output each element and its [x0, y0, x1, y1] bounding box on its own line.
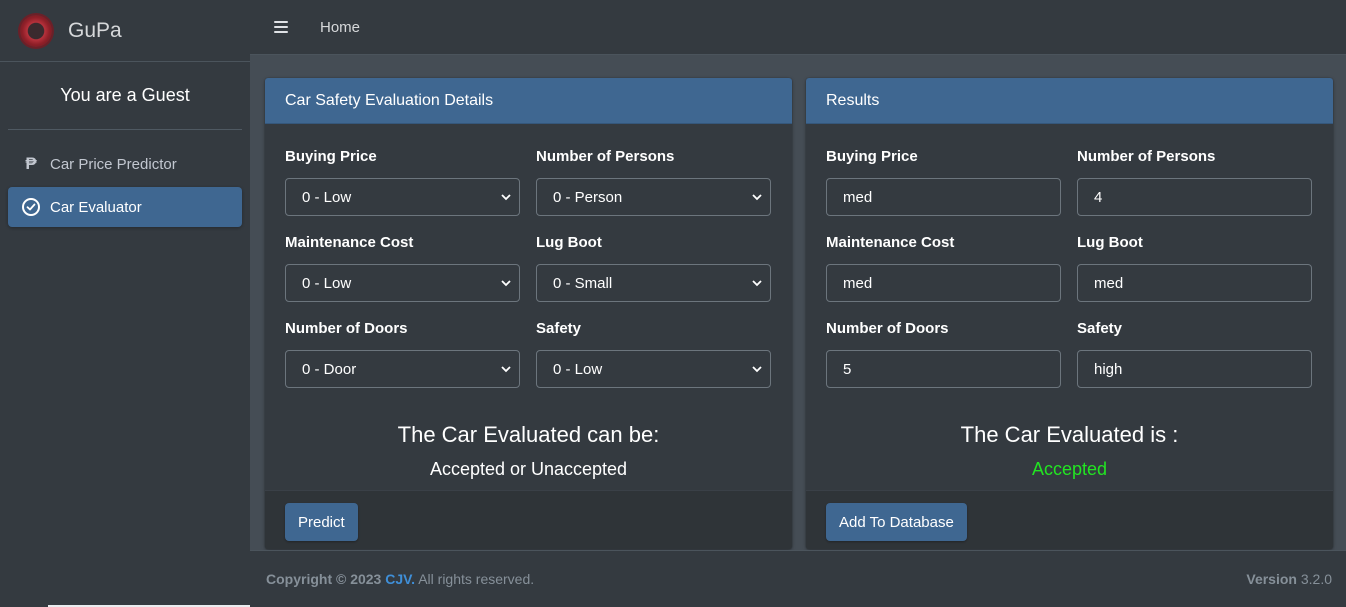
sidebar-item-label: Car Price Predictor — [50, 155, 177, 173]
brand-name: GuPa — [68, 18, 122, 42]
input-value: 5 — [843, 360, 852, 378]
chevron-down-icon — [752, 280, 762, 287]
chevron-down-icon — [501, 366, 511, 373]
sidebar-item-label: Car Evaluator — [50, 198, 142, 216]
version-number: 3.2.0 — [1300, 571, 1332, 587]
card-title: Car Safety Evaluation Details — [265, 78, 792, 124]
add-to-database-button[interactable]: Add To Database — [826, 503, 967, 541]
persons-select[interactable]: 0 - Person — [536, 178, 771, 216]
field-label: Buying Price — [285, 148, 377, 165]
lug-boot-input[interactable]: med — [1077, 264, 1312, 302]
results-card: Results Buying Price med Number of Perso… — [806, 78, 1333, 549]
doors-select[interactable]: 0 - Door — [285, 350, 520, 388]
select-value: 0 - Low — [302, 274, 352, 292]
sidebar-nav: ₱ Car Price Predictor Car Evaluator — [0, 130, 250, 227]
input-value: high — [1094, 360, 1123, 378]
field-label: Buying Price — [826, 148, 918, 165]
lug-boot-select[interactable]: 0 - Small — [536, 264, 771, 302]
maintenance-result-field: Maintenance Cost med — [826, 234, 1061, 302]
buying-price-input[interactable]: med — [826, 178, 1061, 216]
field-label: Number of Doors — [285, 320, 408, 337]
doors-input[interactable]: 5 — [826, 350, 1061, 388]
maintenance-select[interactable]: 0 - Low — [285, 264, 520, 302]
sidebar: GuPa You are a Guest ₱ Car Price Predict… — [0, 0, 250, 607]
input-value: med — [1094, 274, 1124, 292]
buying-price-result-field: Buying Price med — [826, 148, 1061, 216]
field-label: Maintenance Cost — [285, 234, 414, 251]
check-circle-icon — [20, 196, 42, 218]
version-label: Version — [1246, 571, 1297, 587]
select-value: 0 - Low — [553, 360, 603, 378]
doors-result-field: Number of Doors 5 — [826, 320, 1061, 388]
input-value: med — [843, 274, 873, 292]
page-footer: Copyright © 2023 CJV. All rights reserve… — [250, 550, 1346, 607]
top-navbar: Home — [250, 0, 1346, 55]
version-info: Version 3.2.0 — [1246, 571, 1332, 587]
sidebar-item-car-evaluator[interactable]: Car Evaluator — [8, 187, 242, 227]
field-label: Number of Persons — [1077, 148, 1216, 165]
select-value: 0 - Low — [302, 188, 352, 206]
field-label: Maintenance Cost — [826, 234, 955, 251]
result-status: Accepted — [1031, 459, 1108, 479]
field-label: Lug Boot — [536, 234, 602, 251]
evaluation-details-card: Car Safety Evaluation Details Buying Pri… — [265, 78, 792, 549]
persons-result-field: Number of Persons 4 — [1077, 148, 1312, 216]
field-label: Number of Persons — [536, 148, 675, 165]
select-value: 0 - Door — [302, 360, 357, 378]
input-value: 4 — [1094, 188, 1103, 206]
field-label: Safety — [536, 320, 582, 337]
card-body: Buying Price 0 - Low Number of Persons 0… — [265, 124, 792, 490]
predict-button[interactable]: Predict — [285, 503, 358, 541]
maintenance-input[interactable]: med — [826, 264, 1061, 302]
input-value: med — [843, 188, 873, 206]
chevron-down-icon — [752, 366, 762, 373]
card-title: Results — [806, 78, 1333, 124]
card-footer: Predict — [265, 490, 792, 549]
safety-input[interactable]: high — [1077, 350, 1312, 388]
safety-select[interactable]: 0 - Low — [536, 350, 771, 388]
card-body: Buying Price med Number of Persons 4 Mai… — [806, 124, 1333, 490]
persons-field: Number of Persons 0 - Person — [536, 148, 771, 216]
home-link[interactable]: Home — [320, 19, 360, 36]
rights-text: All rights reserved. — [418, 571, 535, 587]
safety-field: Safety 0 - Low — [536, 320, 771, 388]
safety-result-field: Safety high — [1077, 320, 1312, 388]
hamburger-menu-icon[interactable] — [274, 21, 288, 33]
sidebar-item-car-price-predictor[interactable]: ₱ Car Price Predictor — [8, 144, 242, 184]
user-panel: You are a Guest — [8, 62, 242, 130]
maintenance-field: Maintenance Cost 0 - Low — [285, 234, 520, 302]
chevron-down-icon — [501, 194, 511, 201]
field-label: Number of Doors — [826, 320, 949, 337]
field-label: Safety — [1077, 320, 1123, 337]
lug-boot-field: Lug Boot 0 - Small — [536, 234, 771, 302]
lug-boot-result-field: Lug Boot med — [1077, 234, 1312, 302]
user-status: You are a Guest — [60, 85, 190, 105]
field-label: Lug Boot — [1077, 234, 1143, 251]
brand-link[interactable]: GuPa — [0, 0, 250, 62]
select-value: 0 - Small — [553, 274, 613, 292]
copyright: Copyright © 2023 CJV. All rights reserve… — [266, 571, 534, 587]
result-heading: The Car Evaluated is : — [960, 422, 1179, 447]
chevron-down-icon — [501, 280, 511, 287]
result-text: Accepted or Unaccepted — [429, 459, 628, 479]
doors-field: Number of Doors 0 - Door — [285, 320, 520, 388]
persons-input[interactable]: 4 — [1077, 178, 1312, 216]
buying-price-select[interactable]: 0 - Low — [285, 178, 520, 216]
select-value: 0 - Person — [553, 188, 623, 206]
chevron-down-icon — [752, 194, 762, 201]
result-heading: The Car Evaluated can be: — [397, 422, 660, 447]
brand-logo-icon — [20, 14, 52, 47]
card-footer: Add To Database — [806, 490, 1333, 549]
company-link[interactable]: CJV. — [385, 571, 415, 587]
buying-price-field: Buying Price 0 - Low — [285, 148, 520, 216]
peso-icon: ₱ — [25, 154, 37, 173]
copyright-prefix: Copyright © 2023 — [266, 571, 382, 587]
